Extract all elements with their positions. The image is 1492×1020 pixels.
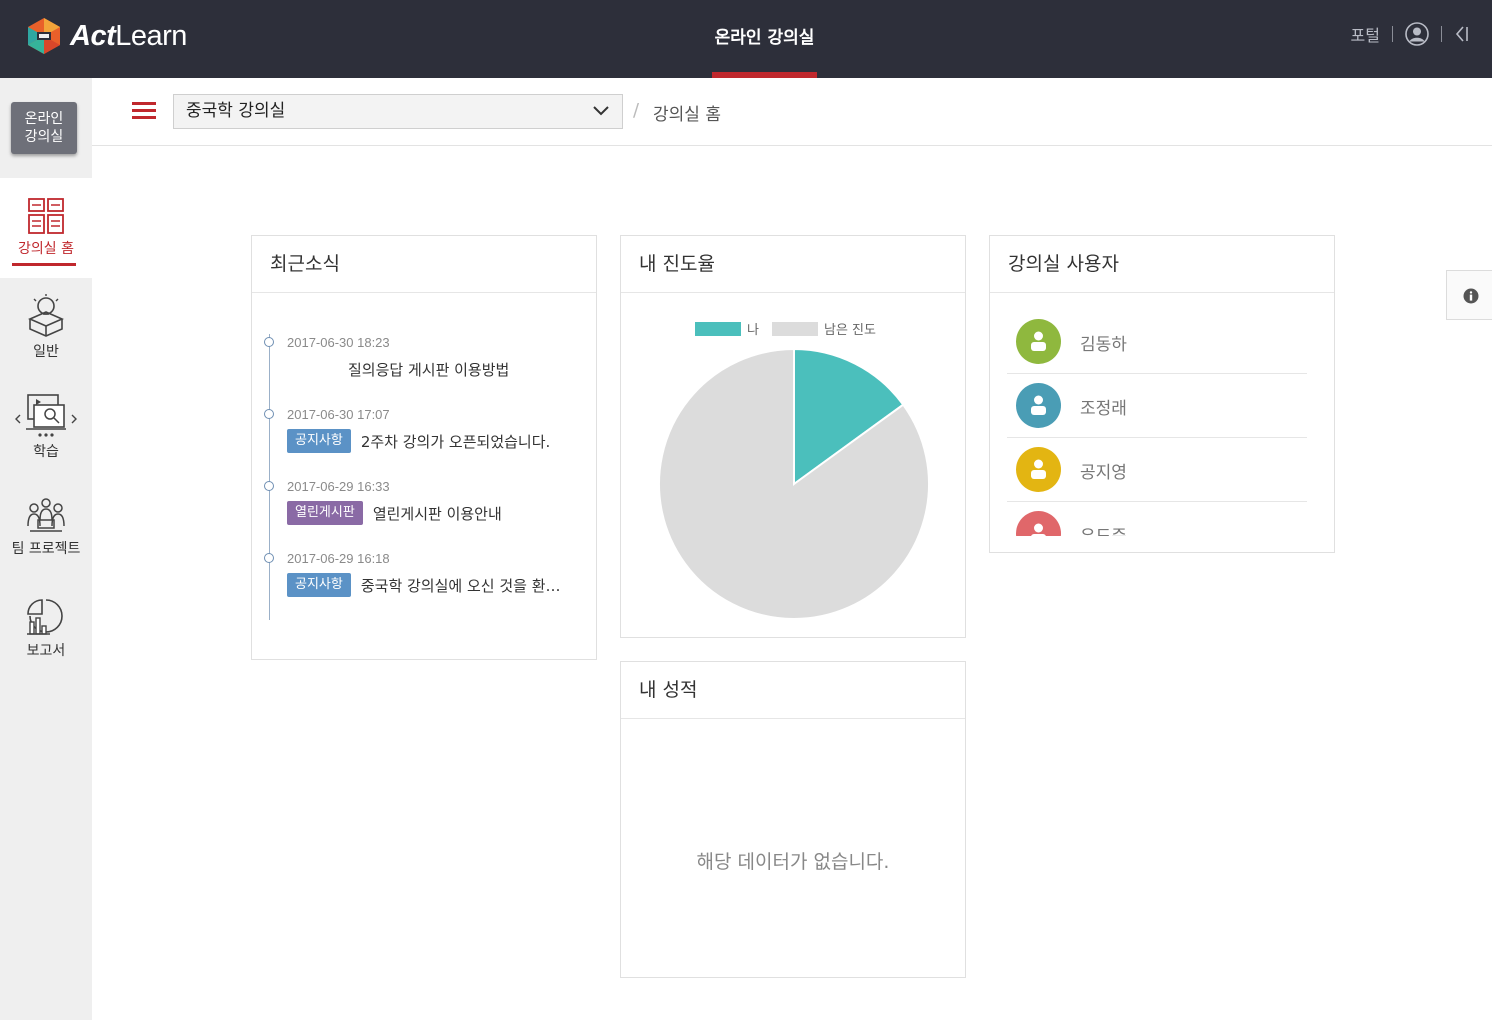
legend-swatch-rest [772,322,818,336]
progress-pie-chart: 나 남은 진도 [658,322,930,620]
recent-news-panel: 최근소식 2017-06-30 18:23 질의응답 게시판 이용방법 2017… [251,235,597,660]
news-date: 2017-06-30 18:23 [287,335,390,350]
logo-learn-text: Learn [115,19,187,52]
classroom-home-icon [28,198,64,234]
divider [1392,26,1393,42]
sidebar-item-label: 일반 [33,344,59,360]
collapse-left-icon[interactable] [1454,24,1470,44]
classroom-users-panel: 강의실 사용자 김동하 조정래 공지영 유도준 [989,235,1335,553]
info-icon [1463,288,1479,304]
progress-panel: 내 진도율 나 남은 진도 [620,235,966,638]
grades-panel: 내 성적 해당 데이터가 없습니다. [620,661,966,978]
user-icon [1031,395,1046,415]
sidebar-item-label: 보고서 [26,643,66,659]
user-name: 김동하 [1080,335,1127,355]
breadcrumb-current: 강의실 홈 [653,105,721,125]
sidebar-item-classroom-home[interactable]: 강의실 홈 [0,178,92,278]
news-title[interactable]: 열린게시판 이용안내 [373,503,502,524]
user-row[interactable]: 공지영 [1007,438,1307,502]
empty-message: 해당 데이터가 없습니다. [696,851,890,873]
sidebar-item-learning[interactable]: 학습 [0,391,92,461]
user-row[interactable]: 조정래 [1007,374,1307,438]
online-classroom-button[interactable]: 온라인 강의실 [11,102,77,154]
user-row[interactable]: 유도준 [1007,502,1307,536]
timeline-dot [264,481,274,491]
user-icon [1031,331,1046,351]
user-name: 유도준 [1080,522,1127,536]
panel-title: 내 성적 [621,662,965,719]
learning-monitor-icon [15,394,77,437]
breadcrumb-separator: / [633,100,640,121]
avatar [1016,447,1061,492]
chevron-down-icon [593,106,609,116]
online-button-line-1: 온라인 [24,111,64,127]
actlearn-logo[interactable]: ActLearn [26,17,187,55]
timeline-dot [264,337,274,347]
news-date: 2017-06-29 16:18 [287,551,390,566]
course-select-value: 중국학 강의실 [186,101,286,121]
notice-badge: 공지사항 [287,429,351,453]
user-icon [1031,459,1046,479]
timeline-line [269,334,270,620]
legend-label-rest: 남은 진도 [824,323,876,338]
news-title[interactable]: 질의응답 게시판 이용방법 [348,359,509,380]
news-title[interactable]: 2주차 강의가 오픈되었습니다. [361,431,550,452]
avatar [1016,383,1061,428]
hamburger-icon[interactable] [132,102,156,122]
sidebar-item-report[interactable]: 보고서 [0,598,92,660]
news-date: 2017-06-29 16:33 [287,479,390,494]
open-board-badge: 열린게시판 [287,501,363,525]
logo-act-text: Act [70,19,116,52]
active-item-underline [12,263,76,266]
news-date: 2017-06-30 17:07 [287,407,390,422]
top-bar: ActLearn 온라인 강의실 포털 [0,0,1492,78]
divider [1441,26,1442,42]
portal-link[interactable]: 포털 [1351,22,1380,46]
breadcrumb: 중국학 강의실 / 강의실 홈 [92,78,1492,146]
sidebar-item-label: 팀 프로젝트 [11,541,81,557]
lightbulb-box-icon [28,294,64,337]
info-tab[interactable] [1446,270,1492,320]
left-sidebar: 온라인 강의실 강의실 홈 일반 학습 팀 프로젝트 보고서 [0,78,92,1020]
panel-title: 최근소식 [252,236,596,293]
online-button-line-2: 강의실 [24,129,64,145]
course-select[interactable]: 중국학 강의실 [173,94,623,129]
user-circle-icon[interactable] [1405,22,1429,46]
user-name: 공지영 [1080,463,1127,483]
user-name: 조정래 [1080,399,1127,419]
sidebar-item-general[interactable]: 일반 [0,293,92,361]
online-classroom-tab[interactable]: 온라인 강의실 [712,0,817,78]
sidebar-item-label: 학습 [33,444,59,460]
sidebar-item-label: 강의실 홈 [18,241,74,257]
team-icon [27,498,65,532]
notice-badge: 공지사항 [287,573,351,597]
user-icon [1031,523,1046,536]
avatar [1016,319,1061,364]
timeline-dot [264,409,274,419]
panel-title: 내 진도율 [621,236,965,293]
timeline-dot [264,553,274,563]
sidebar-item-team-project[interactable]: 팀 프로젝트 [0,498,92,558]
avatar [1016,511,1061,536]
legend-label-me: 나 [747,323,759,338]
legend-swatch-me [695,322,741,336]
actlearn-logo-icon [28,18,60,54]
user-list[interactable]: 김동하 조정래 공지영 유도준 [990,310,1334,536]
news-title[interactable]: 중국학 강의실에 오신 것을 환영합니다. [361,575,569,596]
report-chart-icon [27,599,63,635]
panel-title: 강의실 사용자 [990,236,1334,293]
user-row[interactable]: 김동하 [1007,310,1307,374]
